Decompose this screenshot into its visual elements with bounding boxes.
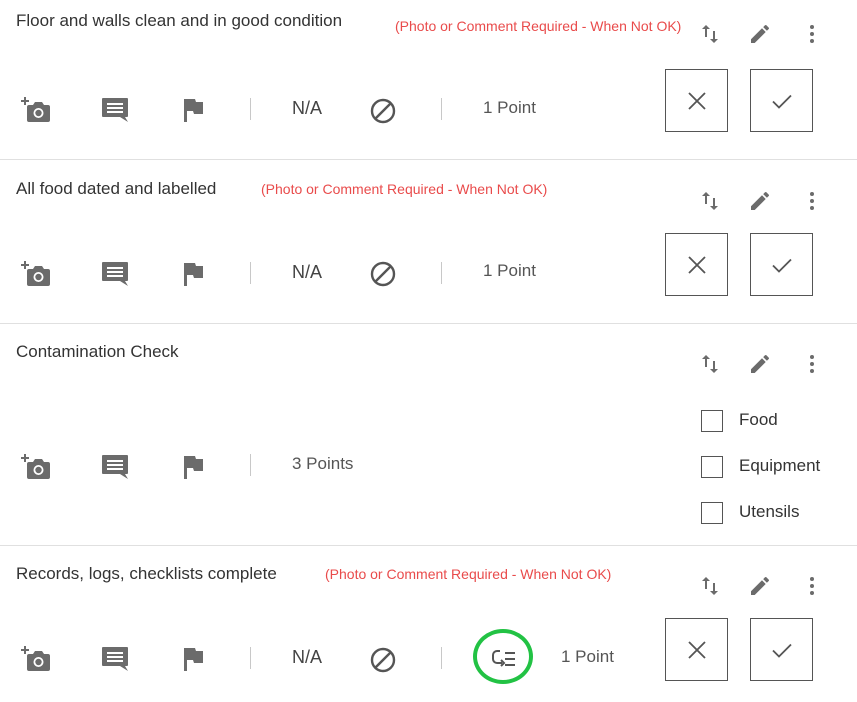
add-photo-icon[interactable] [21, 95, 51, 125]
item-title: Contamination Check [16, 342, 179, 361]
block-icon[interactable] [368, 259, 398, 289]
points-label: 1 Point [561, 647, 614, 666]
item-title: Records, logs, checklists complete [16, 564, 277, 583]
na-label[interactable]: N/A [292, 647, 322, 668]
swap-vert-icon[interactable] [698, 574, 722, 598]
add-photo-icon[interactable] [21, 259, 51, 289]
pencil-icon[interactable] [748, 574, 772, 598]
check-icon [770, 638, 794, 662]
fail-button[interactable] [665, 69, 728, 132]
item-title: All food dated and labelled [16, 179, 217, 198]
requirement-note: (Photo or Comment Required - When Not OK… [325, 566, 612, 582]
divider [250, 647, 251, 669]
swap-vert-icon[interactable] [698, 189, 722, 213]
divider [250, 98, 251, 120]
flag-icon[interactable] [178, 259, 208, 289]
checklist-item: All food dated and labelled (Photo or Co… [0, 160, 857, 323]
block-icon[interactable] [368, 96, 398, 126]
divider [250, 454, 251, 476]
pencil-icon[interactable] [748, 22, 772, 46]
checkbox[interactable] [701, 456, 723, 478]
more-vert-icon[interactable] [800, 189, 824, 213]
fail-button[interactable] [665, 233, 728, 296]
na-label[interactable]: N/A [292, 98, 322, 119]
add-photo-icon[interactable] [21, 452, 51, 482]
block-icon[interactable] [368, 645, 398, 675]
x-icon [685, 253, 709, 277]
divider [441, 98, 442, 120]
pass-button[interactable] [750, 69, 813, 132]
check-icon [770, 89, 794, 113]
swap-vert-icon[interactable] [698, 352, 722, 376]
x-icon [685, 89, 709, 113]
requirement-note: (Photo or Comment Required - When Not OK… [261, 181, 548, 197]
requirement-note: (Photo or Comment Required - When Not OK… [395, 18, 682, 34]
x-icon [685, 638, 709, 662]
comment-icon[interactable] [100, 644, 130, 674]
pass-button[interactable] [750, 618, 813, 681]
comment-icon[interactable] [100, 95, 130, 125]
flag-icon[interactable] [178, 452, 208, 482]
checkbox[interactable] [701, 410, 723, 432]
checklist-item: Contamination Check 3 Points Food Equipm… [0, 324, 857, 545]
more-vert-icon[interactable] [800, 574, 824, 598]
checklist-item: Floor and walls clean and in good condit… [0, 0, 857, 159]
fail-button[interactable] [665, 618, 728, 681]
more-vert-icon[interactable] [800, 22, 824, 46]
option-label: Food [739, 410, 778, 429]
add-photo-icon[interactable] [21, 644, 51, 674]
flag-icon[interactable] [178, 644, 208, 674]
comment-icon[interactable] [100, 259, 130, 289]
checkbox[interactable] [701, 502, 723, 524]
pass-button[interactable] [750, 233, 813, 296]
flag-icon[interactable] [178, 95, 208, 125]
pencil-icon[interactable] [748, 352, 772, 376]
divider [441, 647, 442, 669]
pencil-icon[interactable] [748, 189, 772, 213]
highlight-ring [473, 629, 533, 684]
swap-vert-icon[interactable] [698, 22, 722, 46]
divider [250, 262, 251, 284]
points-label: 1 Point [483, 98, 536, 117]
divider [441, 262, 442, 284]
option-label: Equipment [739, 456, 821, 475]
option-label: Utensils [739, 502, 800, 521]
checklist-item: Records, logs, checklists complete (Phot… [0, 546, 857, 702]
points-label: 3 Points [292, 454, 354, 473]
more-vert-icon[interactable] [800, 352, 824, 376]
check-icon [770, 253, 794, 277]
na-label[interactable]: N/A [292, 262, 322, 283]
points-label: 1 Point [483, 261, 536, 280]
comment-icon[interactable] [100, 452, 130, 482]
